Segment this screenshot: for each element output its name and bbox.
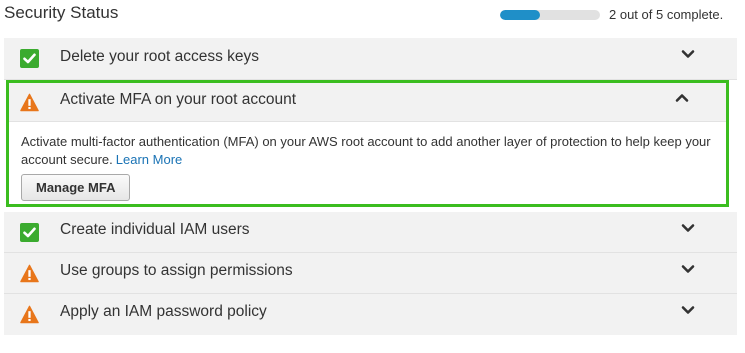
checklist-item-activate-mfa: Activate MFA on your root account Activa… [6,80,729,207]
chevron-up-icon[interactable] [675,93,689,103]
checklist-item-label: Delete your root access keys [60,48,260,65]
page-title: Security Status [4,3,119,22]
security-checklist: Delete your root access keys [4,38,737,80]
learn-more-link[interactable]: Learn More [116,152,182,167]
progress-bar-fill [500,10,540,20]
checklist-item-create-iam-users[interactable]: Create individual IAM users [4,212,737,253]
manage-mfa-button[interactable]: Manage MFA [21,174,131,201]
checklist-item-label: Create individual IAM users [60,221,250,238]
warning-icon [20,305,39,324]
chevron-down-icon[interactable] [681,49,695,59]
checklist-item-use-groups[interactable]: Use groups to assign permissions [4,253,737,294]
checklist-item-description: Activate multi-factor authentication (MF… [21,133,721,169]
progress-bar [500,10,600,20]
chevron-down-icon[interactable] [681,223,695,233]
warning-icon [20,264,39,283]
progress-text: 2 out of 5 complete. [609,7,724,22]
checklist-item-label: Apply an IAM password policy [60,303,267,320]
chevron-down-icon[interactable] [681,305,695,315]
checklist-item-label: Activate MFA on your root account [60,91,297,108]
check-icon [20,49,39,68]
checklist-item-header[interactable]: Activate MFA on your root account [9,83,726,122]
security-status-panel: Security Status 2 out of 5 complete. Del… [0,0,745,353]
security-checklist-continued: Create individual IAM users Use groups t… [4,212,737,335]
checklist-item-delete-root-keys[interactable]: Delete your root access keys [4,38,737,80]
check-icon [20,223,39,242]
chevron-down-icon[interactable] [681,264,695,274]
checklist-item-password-policy[interactable]: Apply an IAM password policy [4,294,737,335]
warning-icon [20,93,39,112]
checklist-item-label: Use groups to assign permissions [60,262,293,279]
